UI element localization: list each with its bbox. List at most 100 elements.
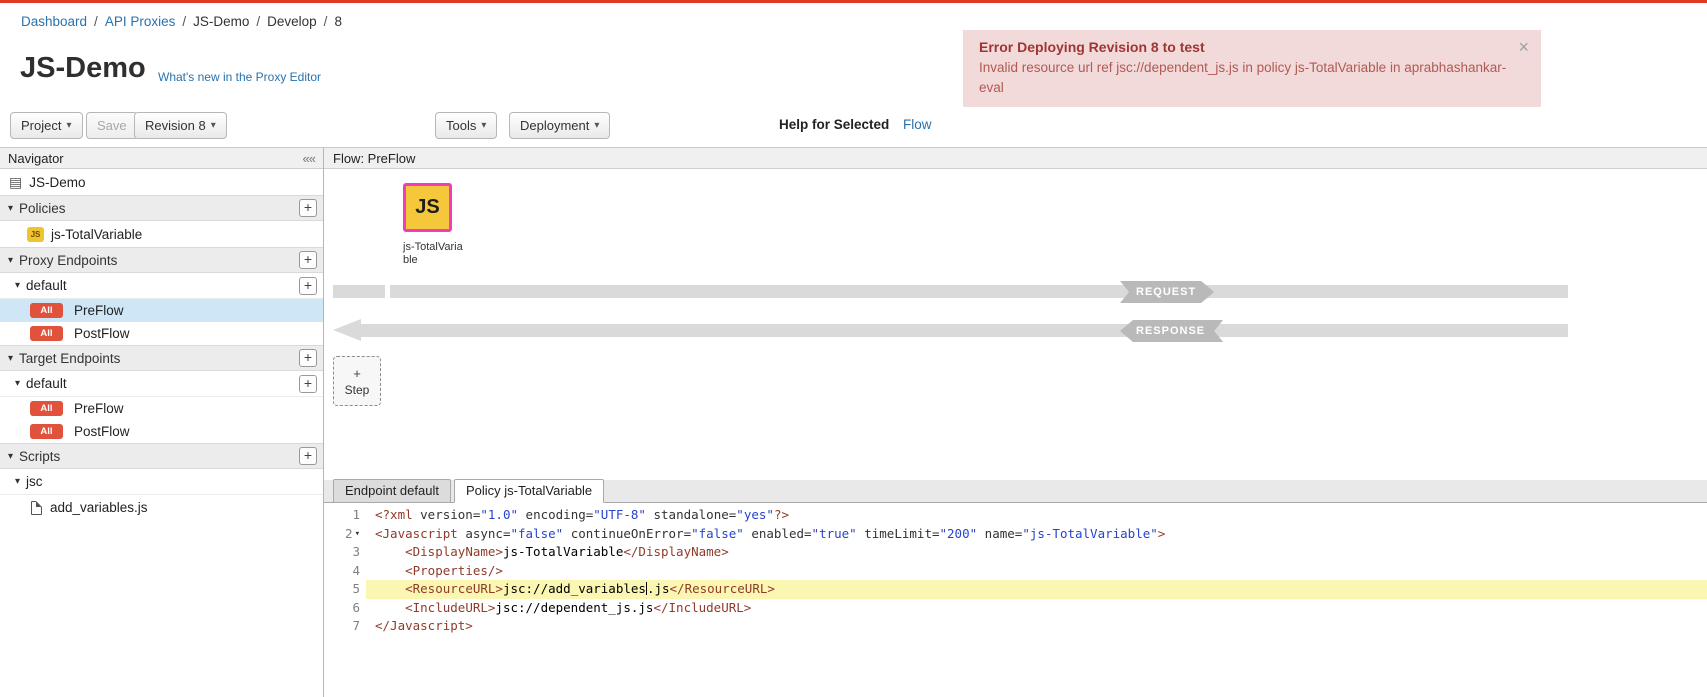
nav-file-add-variables-js[interactable]: add_variables.js: [0, 495, 323, 520]
nav-section-proxy-endpoints[interactable]: ▾ Proxy Endpoints +: [0, 247, 323, 273]
tools-button[interactable]: Tools ▾: [435, 112, 497, 139]
breadcrumb-item: Develop: [267, 14, 317, 29]
nav-flow-proxy-preflow[interactable]: AllPreFlow: [0, 299, 323, 322]
code-line[interactable]: 2▾<Javascript async="false" continueOnEr…: [324, 525, 1707, 544]
project-button[interactable]: Project ▾: [10, 112, 83, 139]
breadcrumb-separator: /: [324, 14, 328, 29]
nav-flow-target-postflow[interactable]: AllPostFlow: [0, 420, 323, 443]
code-line[interactable]: 4 <Properties/>: [324, 562, 1707, 581]
navigator-header: Navigator ««: [0, 148, 323, 169]
line-number: 1: [324, 506, 366, 525]
save-button[interactable]: Save: [86, 112, 138, 139]
help-for-selected-label: Help for Selected: [779, 117, 889, 132]
all-badge: All: [30, 424, 63, 439]
nav-row-label: default: [26, 278, 67, 293]
nav-row-label: add_variables.js: [50, 500, 148, 515]
nav-section-label: Proxy Endpoints: [19, 253, 117, 268]
add-button[interactable]: +: [299, 251, 317, 269]
code-editor: Endpoint defaultPolicy js-TotalVariable …: [324, 480, 1707, 697]
fold-icon[interactable]: ▾: [355, 529, 360, 539]
plus-icon: +: [353, 366, 361, 381]
nav-item-js-totalvariable[interactable]: JSjs-TotalVariable: [0, 221, 323, 247]
code-line-content: <Properties/>: [366, 562, 1707, 581]
nav-flow-proxy-postflow[interactable]: AllPostFlow: [0, 322, 323, 345]
nav-section-scripts[interactable]: ▾Scripts+: [0, 443, 323, 469]
triangle-down-icon: ▾: [15, 280, 20, 291]
response-bar: [361, 324, 1568, 337]
code-line[interactable]: 6 <IncludeURL>jsc://dependent_js.js</Inc…: [324, 599, 1707, 618]
nav-root-js-demo[interactable]: ▤JS-Demo: [0, 169, 323, 195]
add-button[interactable]: +: [299, 375, 317, 393]
error-alert-body: Invalid resource url ref jsc://dependent…: [979, 58, 1507, 97]
nav-flow-target-preflow[interactable]: AllPreFlow: [0, 397, 323, 420]
breadcrumb-separator: /: [256, 14, 260, 29]
page-title: JS-Demo: [20, 52, 146, 85]
editor-tabs: Endpoint defaultPolicy js-TotalVariable: [324, 480, 1707, 503]
all-badge: All: [30, 401, 63, 416]
deployment-button-label: Deployment: [520, 118, 589, 133]
js-policy-node[interactable]: JS: [403, 183, 452, 232]
add-button[interactable]: +: [299, 199, 317, 217]
nav-row-label: PreFlow: [74, 303, 124, 318]
project-button-label: Project: [21, 118, 61, 133]
line-number: 2▾: [324, 525, 366, 544]
code-line[interactable]: 1<?xml version="1.0" encoding="UTF-8" st…: [324, 506, 1707, 525]
collapse-sidebar-button[interactable]: ««: [303, 151, 315, 166]
code-line[interactable]: 3 <DisplayName>js-TotalVariable</Display…: [324, 543, 1707, 562]
nav-section-label: Policies: [19, 201, 66, 216]
close-icon[interactable]: ×: [1518, 38, 1529, 56]
code-line-content: </Javascript>: [366, 617, 1707, 636]
breadcrumb-item: JS-Demo: [193, 14, 249, 29]
line-number: 3: [324, 543, 366, 562]
nav-sub-target-default[interactable]: ▾ default +: [0, 371, 323, 397]
breadcrumb-item[interactable]: API Proxies: [105, 14, 176, 29]
nav-section-target-endpoints[interactable]: ▾Target Endpoints+: [0, 345, 323, 371]
add-step-button[interactable]: + Step: [333, 356, 381, 406]
code-line-content: <DisplayName>js-TotalVariable</DisplayNa…: [366, 543, 1707, 562]
flow-help-link[interactable]: Flow: [903, 117, 932, 132]
request-bar: [390, 285, 1568, 298]
code-area[interactable]: 1<?xml version="1.0" encoding="UTF-8" st…: [324, 504, 1707, 697]
toolbar: Project ▾ Save Revision 8 ▾ Tools ▾ Depl…: [0, 100, 1707, 148]
line-number: 4: [324, 562, 366, 581]
triangle-down-icon: ▾: [8, 255, 13, 266]
tab-policy-js-totalvariable[interactable]: Policy js-TotalVariable: [454, 479, 604, 503]
revision-button[interactable]: Revision 8 ▾: [134, 112, 227, 139]
nav-row-label: jsc: [26, 474, 43, 489]
flow-canvas[interactable]: JS js-TotalVariable REQUEST RESPONSE + S…: [324, 169, 1707, 480]
deployment-button[interactable]: Deployment ▾: [509, 112, 610, 139]
add-button[interactable]: +: [299, 447, 317, 465]
line-number: 7: [324, 617, 366, 636]
triangle-down-icon: ▾: [8, 451, 13, 462]
code-line-content: <?xml version="1.0" encoding="UTF-8" sta…: [366, 506, 1707, 525]
navigator-rows: ▤JS-Demo ▾ Policies + JSjs-TotalVariable ▾ Pro…: [0, 169, 323, 520]
breadcrumb-separator: /: [94, 14, 98, 29]
tab-endpoint-default[interactable]: Endpoint default: [333, 479, 451, 503]
flow-header: Flow: PreFlow: [324, 148, 1707, 169]
code-line[interactable]: 5 <ResourceURL>jsc://add_variables.js</R…: [324, 580, 1707, 599]
file-icon: [31, 501, 42, 515]
code-line-content: <ResourceURL>jsc://add_variables.js</Res…: [366, 580, 1707, 599]
nav-sub-jsc[interactable]: ▾jsc: [0, 469, 323, 495]
whats-new-link[interactable]: What's new in the Proxy Editor: [158, 70, 321, 84]
navigator-title: Navigator: [8, 151, 64, 166]
add-button[interactable]: +: [299, 349, 317, 367]
add-button[interactable]: +: [299, 277, 317, 295]
nav-section-label: Target Endpoints: [19, 351, 120, 366]
code-line[interactable]: 7</Javascript>: [324, 617, 1707, 636]
nav-section-policies[interactable]: ▾Policies+: [0, 195, 323, 221]
triangle-down-icon: ▾: [15, 378, 20, 389]
proxy-icon: ▤: [9, 174, 22, 191]
nav-row-label: default: [26, 376, 67, 391]
navigator-panel: Navigator «« ▤JS-Demo ▾ Policies + JSjs-Tota…: [0, 148, 324, 697]
request-bar-segment: [333, 285, 385, 298]
breadcrumb-item[interactable]: Dashboard: [21, 14, 87, 29]
chevron-down-icon: ▾: [481, 120, 486, 131]
breadcrumb-separator: /: [182, 14, 186, 29]
error-alert-title: Error Deploying Revision 8 to test: [979, 39, 1507, 55]
code-line-content: <IncludeURL>jsc://dependent_js.js</Inclu…: [366, 599, 1707, 618]
main-panel: Flow: PreFlow JS js-TotalVariable REQUES…: [324, 148, 1707, 697]
error-alert: Error Deploying Revision 8 to test Inval…: [963, 30, 1541, 107]
nav-sub-proxy-default[interactable]: ▾ default +: [0, 273, 323, 299]
save-button-label: Save: [97, 118, 127, 133]
